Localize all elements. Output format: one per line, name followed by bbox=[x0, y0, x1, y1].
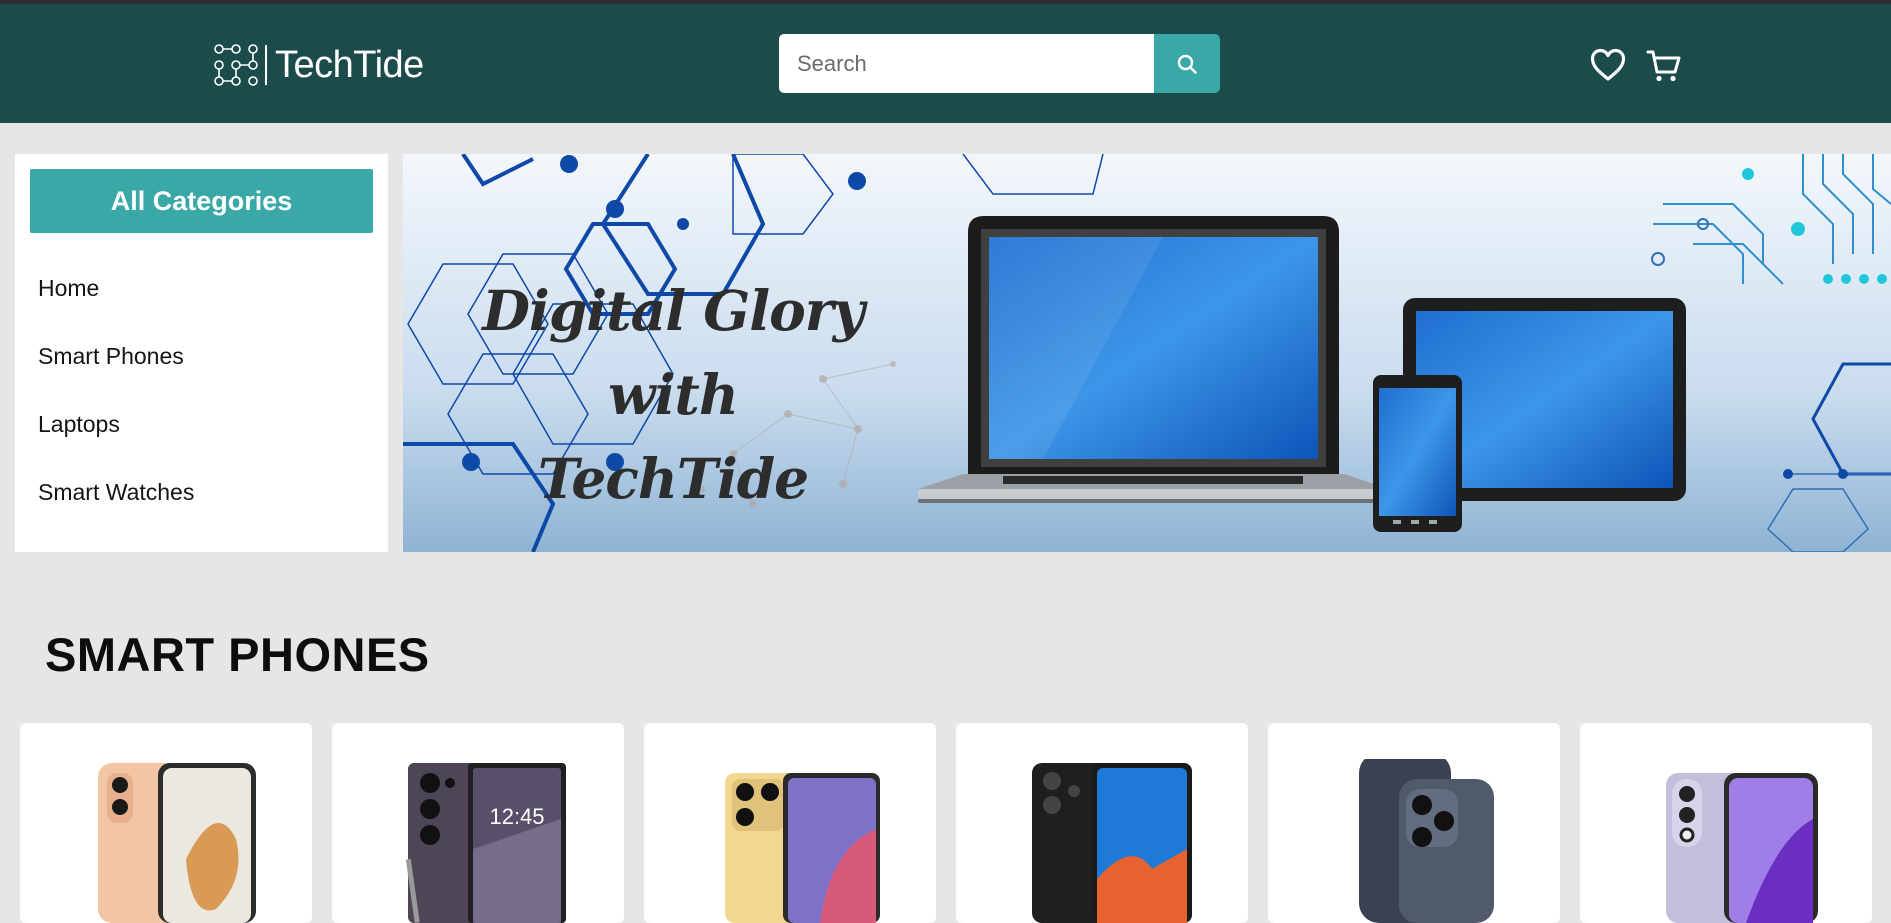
logo-divider bbox=[265, 45, 267, 85]
category-item-home[interactable]: Home bbox=[38, 254, 194, 322]
phone-product-image bbox=[1666, 773, 1818, 923]
category-item-smart-phones[interactable]: Smart Phones bbox=[38, 322, 194, 390]
section-title-smart-phones: SMART PHONES bbox=[45, 628, 430, 681]
all-categories-button[interactable]: All Categories bbox=[30, 169, 373, 233]
product-card[interactable] bbox=[644, 723, 936, 923]
header-actions bbox=[1590, 48, 1682, 89]
search-icon bbox=[1177, 54, 1197, 74]
phone-product-image bbox=[1032, 763, 1192, 923]
product-card[interactable] bbox=[20, 723, 312, 923]
category-item-laptops[interactable]: Laptops bbox=[38, 390, 194, 458]
product-card[interactable] bbox=[956, 723, 1248, 923]
search-bar bbox=[779, 34, 1220, 93]
product-card[interactable]: 12:45 bbox=[332, 723, 624, 923]
phone-product-image: 12:45 bbox=[405, 763, 566, 923]
product-cards: 12:45 bbox=[20, 723, 1872, 923]
product-card[interactable] bbox=[1580, 723, 1872, 923]
circuit-logo-icon bbox=[214, 44, 258, 86]
site-header: TechTide bbox=[0, 4, 1891, 123]
hero-headline-line2: TechTide bbox=[537, 446, 809, 511]
hero-banner[interactable]: Digital Glory with TechTide bbox=[403, 154, 1891, 552]
brand-name: TechTide bbox=[275, 43, 424, 86]
search-input[interactable] bbox=[779, 34, 1154, 93]
brand-logo[interactable]: TechTide bbox=[213, 40, 424, 90]
phone-product-image bbox=[1359, 759, 1494, 923]
hero-headline-line1: Digital Glory with bbox=[482, 278, 865, 427]
phone-product-image bbox=[725, 773, 880, 923]
category-list: Home Smart Phones Laptops Smart Watches bbox=[38, 254, 194, 526]
cart-icon bbox=[1646, 50, 1681, 82]
phone-product-image bbox=[98, 763, 256, 923]
product-card[interactable] bbox=[1268, 723, 1560, 923]
search-button[interactable] bbox=[1154, 34, 1220, 93]
wishlist-button[interactable] bbox=[1590, 48, 1626, 89]
heart-icon bbox=[1590, 48, 1626, 81]
cart-button[interactable] bbox=[1646, 48, 1682, 89]
category-item-smart-watches[interactable]: Smart Watches bbox=[38, 458, 194, 526]
hero-headline: Digital Glory with TechTide bbox=[443, 269, 903, 521]
svg-text:12:45: 12:45 bbox=[489, 804, 544, 829]
category-panel: All Categories Home Smart Phones Laptops… bbox=[15, 154, 388, 552]
